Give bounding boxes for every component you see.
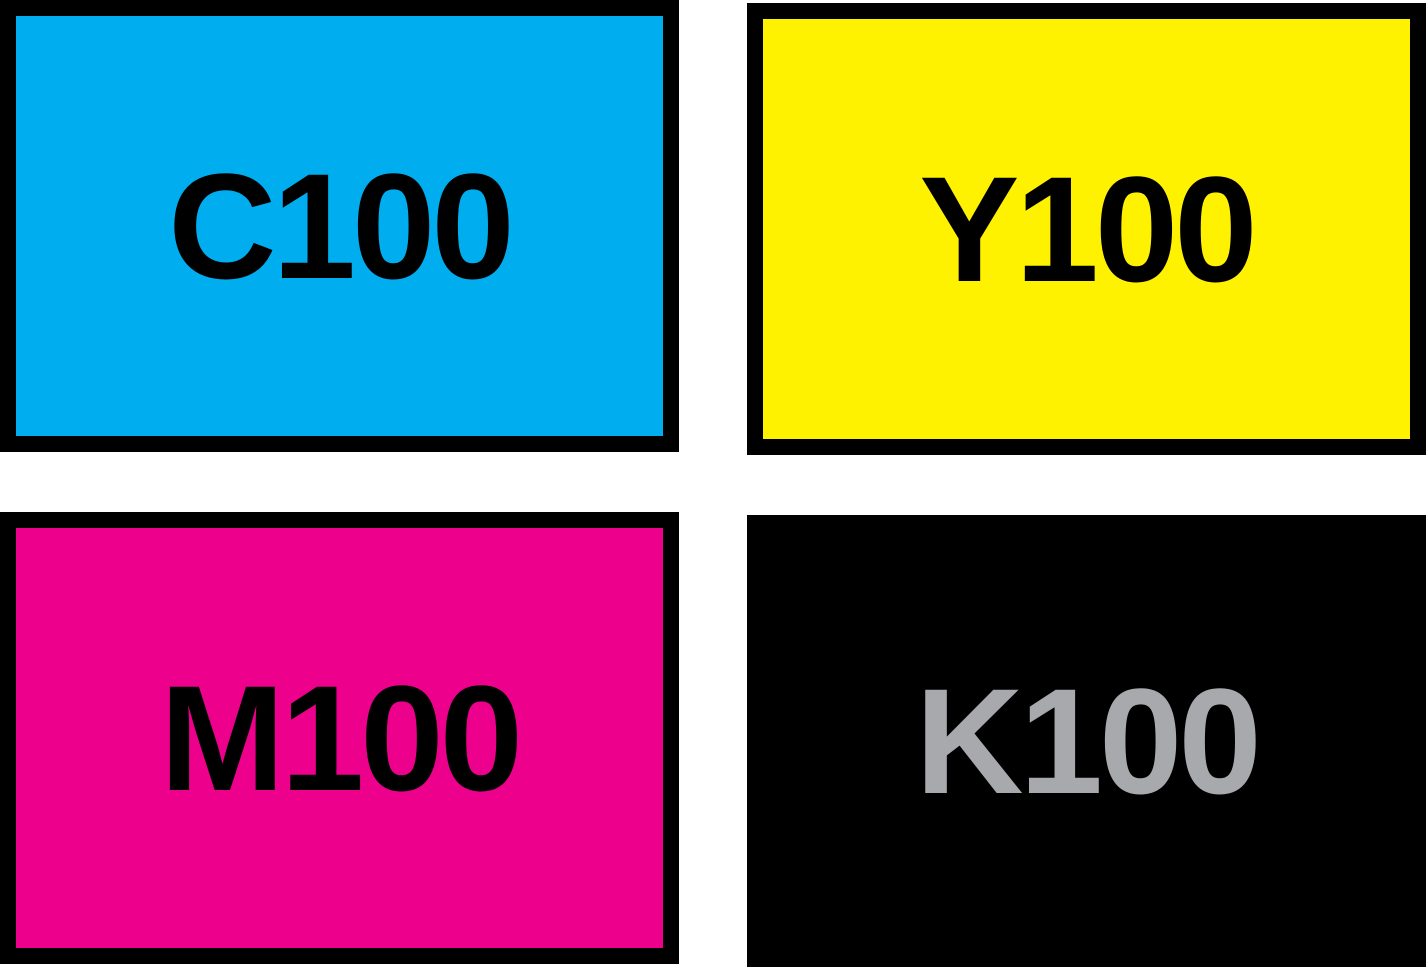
cyan-swatch: C100 (0, 0, 679, 452)
black-swatch-label: K100 (915, 657, 1262, 825)
magenta-swatch: M100 (0, 512, 679, 964)
yellow-swatch: Y100 (747, 3, 1426, 455)
black-swatch: K100 (747, 515, 1426, 967)
yellow-swatch-label: Y100 (919, 145, 1257, 313)
magenta-swatch-label: M100 (159, 654, 523, 822)
cyan-swatch-label: C100 (168, 142, 515, 310)
